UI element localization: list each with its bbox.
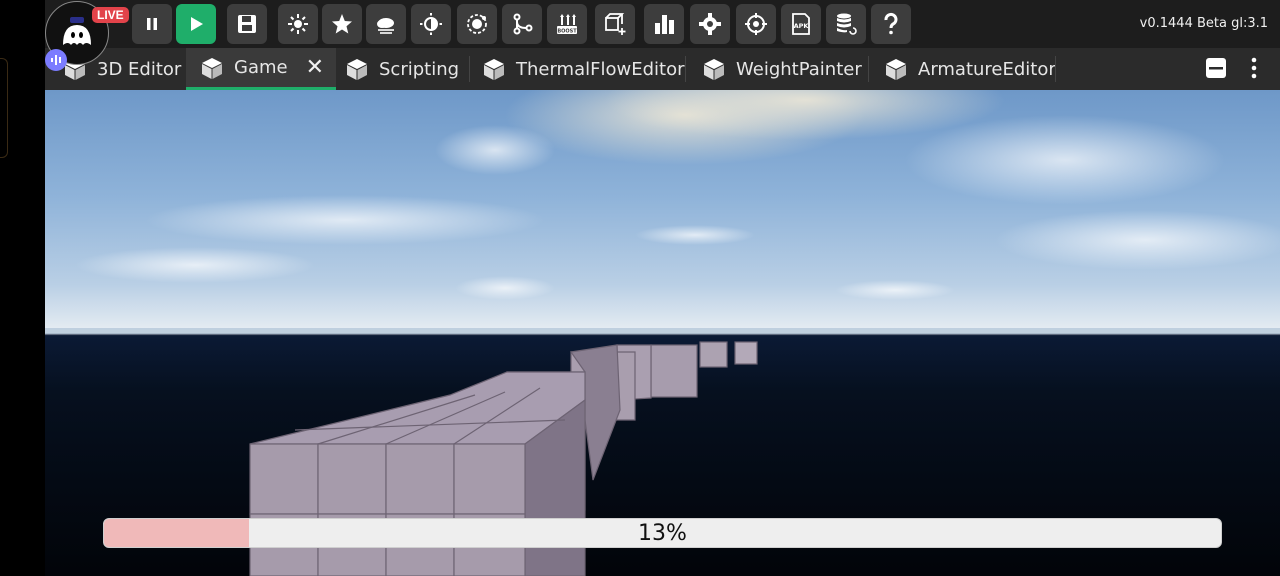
tab-label: WeightPainter <box>736 58 862 80</box>
tab-label: Game <box>234 57 288 78</box>
cloud-button[interactable] <box>366 4 406 44</box>
target-button[interactable] <box>736 4 776 44</box>
chart-icon <box>655 15 674 34</box>
horizon-line <box>45 328 1280 334</box>
chart-button[interactable] <box>644 4 684 44</box>
play-icon <box>191 17 203 31</box>
tab-scripting[interactable]: Scripting <box>345 48 459 90</box>
more-options-icon[interactable] <box>1243 57 1265 79</box>
settings-button[interactable] <box>690 4 730 44</box>
tab-label: Scripting <box>379 58 460 80</box>
scene-render <box>45 90 1280 576</box>
add-object-icon <box>605 13 626 35</box>
tab-label: 3D Editor <box>97 58 182 80</box>
sun-icon <box>288 14 308 34</box>
orbit-icon <box>467 14 487 34</box>
cube-icon <box>347 59 367 80</box>
help-icon <box>884 12 898 35</box>
save-button[interactable] <box>227 4 267 44</box>
version-label: v0.1444 Beta gl:3.1 <box>1139 16 1268 31</box>
tab-thermalflow-editor[interactable]: ThermalFlowEditor <box>482 48 685 90</box>
save-icon <box>238 15 256 33</box>
settings-icon <box>699 13 721 35</box>
tab-label: ThermalFlowEditor <box>516 58 685 80</box>
audio-wave-icon <box>51 55 61 65</box>
tab-divider <box>868 56 869 82</box>
boost-button[interactable]: BOOST <box>547 4 587 44</box>
brightness-icon <box>420 13 442 35</box>
pause-icon <box>147 18 157 30</box>
nodes-icon <box>513 13 533 35</box>
boost-icon: BOOST <box>557 14 577 35</box>
tab-divider <box>1055 56 1056 82</box>
cube-icon <box>202 57 222 79</box>
audio-indicator <box>45 49 67 71</box>
edge-handle[interactable] <box>0 58 8 158</box>
brightness-button[interactable] <box>411 4 451 44</box>
star-icon <box>332 14 352 34</box>
tab-label: ArmatureEditor <box>918 58 1056 80</box>
tab-game[interactable]: Game ✕ <box>186 48 337 90</box>
clouds <box>75 90 1280 300</box>
nodes-button[interactable] <box>502 4 542 44</box>
close-icon[interactable]: ✕ <box>306 55 324 80</box>
cube-icon <box>886 59 906 80</box>
cube-icon <box>484 59 504 80</box>
apk-icon: APK <box>792 13 810 35</box>
left-gutter <box>0 0 45 576</box>
cloud-icon <box>377 18 394 34</box>
pause-button[interactable] <box>132 4 172 44</box>
play-button[interactable] <box>176 4 216 44</box>
progress-text: 13% <box>638 520 687 546</box>
app-root: BOOST APK v0.1444 Beta gl:3.1 LIVE 3D Ed… <box>0 0 1280 576</box>
cube-icon <box>704 59 724 80</box>
game-viewport[interactable] <box>45 90 1280 576</box>
add-object-button[interactable] <box>595 4 635 44</box>
apk-button[interactable]: APK <box>781 4 821 44</box>
star-button[interactable] <box>322 4 362 44</box>
help-button[interactable] <box>871 4 911 44</box>
toolbar: BOOST APK v0.1444 Beta gl:3.1 <box>45 0 1280 48</box>
tab-armature-editor[interactable]: ArmatureEditor <box>884 48 1056 90</box>
minimize-icon[interactable] <box>1205 57 1227 79</box>
tab-weight-painter[interactable]: WeightPainter <box>702 48 862 90</box>
live-badge: LIVE <box>92 7 129 23</box>
orbit-button[interactable] <box>457 4 497 44</box>
target-icon <box>745 13 767 35</box>
sun-button[interactable] <box>278 4 318 44</box>
tab-divider <box>685 56 686 82</box>
tab-bar: 3D Editor Game ✕ Scripting ThermalFlowEd… <box>45 48 1280 90</box>
boost-label: BOOST <box>557 29 577 35</box>
tab-divider <box>469 56 470 82</box>
loading-progress-bar: 13% <box>103 518 1222 548</box>
database-button[interactable] <box>826 4 866 44</box>
apk-label: APK <box>794 22 810 30</box>
database-icon <box>837 13 857 35</box>
